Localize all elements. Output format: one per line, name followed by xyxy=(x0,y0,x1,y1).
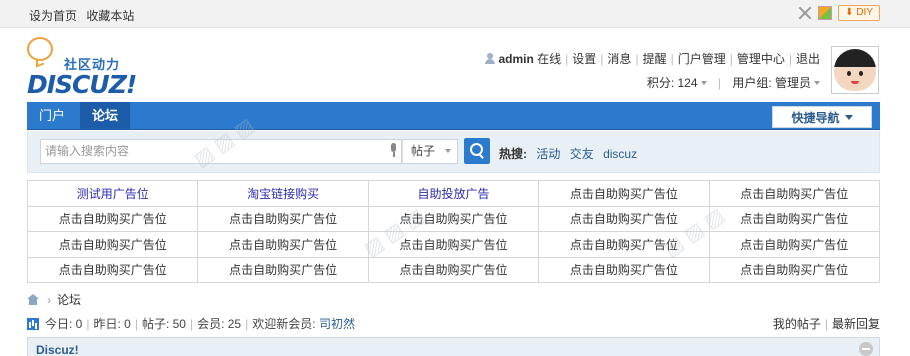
breadcrumb: › 论坛 xyxy=(27,291,81,308)
ad-cell[interactable]: 点击自助购买广告位 xyxy=(26,205,199,232)
newest-member-link[interactable]: 司初然 xyxy=(319,315,355,332)
ad-cell[interactable]: 点击自助购买广告位 xyxy=(708,180,881,207)
style-switch-icon[interactable] xyxy=(818,6,833,20)
forum-quick-links: 我的帖子 | 最新回复 xyxy=(772,317,880,331)
hot-keyword[interactable]: 活动 xyxy=(536,147,560,161)
ad-cell[interactable]: 点击自助购买广告位 xyxy=(708,231,881,258)
top-utility-bar: 设为首页 收藏本站 ⬇ DIY xyxy=(0,0,910,28)
chart-icon xyxy=(27,317,39,330)
search-bar: 请输入搜索内容 帖子 热搜: 活动 交友 discuz xyxy=(27,131,880,173)
username-link[interactable]: admin xyxy=(498,52,533,66)
admin-center-link[interactable]: 管理中心 xyxy=(737,52,785,66)
latest-replies-link[interactable]: 最新回复 xyxy=(832,317,880,331)
stat-members: 会员: 25 xyxy=(197,317,242,331)
points-dropdown[interactable]: 积分: 124 xyxy=(647,76,707,90)
ad-row: 点击自助购买广告位 点击自助购买广告位 点击自助购买广告位 点击自助购买广告位 … xyxy=(26,231,881,258)
ad-row: 点击自助购买广告位 点击自助购买广告位 点击自助购买广告位 点击自助购买广告位 … xyxy=(26,205,881,232)
user-extra: 积分: 124 | 用户组: 管理员 xyxy=(647,74,820,91)
stat-today: 今日: 0 xyxy=(45,317,83,331)
ad-cell[interactable]: 点击自助购买广告位 xyxy=(26,231,199,258)
ad-cell[interactable]: 点击自助购买广告位 xyxy=(367,256,540,283)
ad-cell[interactable]: 点击自助购买广告位 xyxy=(538,180,710,207)
breadcrumb-current[interactable]: 论坛 xyxy=(57,291,81,308)
home-icon[interactable] xyxy=(27,294,39,305)
online-status[interactable]: 在线 xyxy=(537,52,561,66)
top-links: 设为首页 收藏本站 xyxy=(29,7,140,24)
set-homepage-link[interactable]: 设为首页 xyxy=(29,9,77,23)
ad-cell[interactable]: 点击自助购买广告位 xyxy=(26,256,199,283)
logo-brand: DISCUZ! xyxy=(27,70,137,99)
fullscreen-icon[interactable] xyxy=(798,6,812,20)
stat-posts: 帖子: 50 xyxy=(141,317,186,331)
forum-section-header: Discuz! xyxy=(27,337,880,356)
chevron-right-icon: › xyxy=(47,292,51,307)
top-tools: ⬇ DIY xyxy=(798,5,880,21)
microphone-icon[interactable] xyxy=(390,143,398,157)
ad-cell[interactable]: 自助投放广告 xyxy=(367,180,540,207)
avatar[interactable] xyxy=(831,46,879,94)
chevron-down-icon xyxy=(844,115,853,120)
quick-nav-button[interactable]: 快捷导航 xyxy=(772,106,872,128)
hot-search-label: 热搜: xyxy=(499,147,527,161)
ad-cell[interactable]: 点击自助购买广告位 xyxy=(708,205,881,232)
main-nav: 门户 论坛 快捷导航 xyxy=(27,102,880,130)
ad-row: 点击自助购买广告位 点击自助购买广告位 点击自助购买广告位 点击自助购买广告位 … xyxy=(26,256,881,283)
user-icon xyxy=(485,53,496,64)
welcome-label: 欢迎新会员: xyxy=(252,317,316,331)
ad-cell[interactable]: 点击自助购买广告位 xyxy=(708,256,881,283)
ad-cell[interactable]: 点击自助购买广告位 xyxy=(197,231,369,258)
settings-link[interactable]: 设置 xyxy=(572,52,596,66)
usergroup-dropdown[interactable]: 用户组: 管理员 xyxy=(732,76,820,90)
diy-button[interactable]: ⬇ DIY xyxy=(838,5,880,21)
hot-search: 热搜: 活动 交友 discuz xyxy=(499,145,643,162)
user-menu: admin 在线 | 设置 | 消息 | 提醒 | 门户管理 | 管理中心 | 退出 xyxy=(485,50,820,67)
search-button[interactable] xyxy=(464,138,490,164)
forum-section-title[interactable]: Discuz! xyxy=(36,343,79,356)
site-logo[interactable]: 社区动力 DISCUZ! xyxy=(27,37,147,99)
notifications-link[interactable]: 提醒 xyxy=(643,52,667,66)
ad-grid: 测试用广告位 淘宝链接购买 自助投放广告 点击自助购买广告位 点击自助购买广告位… xyxy=(26,180,881,283)
ad-cell[interactable]: 点击自助购买广告位 xyxy=(538,205,710,232)
collapse-icon[interactable] xyxy=(859,342,873,356)
bookmark-link[interactable]: 收藏本站 xyxy=(86,9,134,23)
ad-cell[interactable]: 点击自助购买广告位 xyxy=(367,231,540,258)
ad-cell[interactable]: 点击自助购买广告位 xyxy=(197,256,369,283)
ad-cell[interactable]: 点击自助购买广告位 xyxy=(197,205,369,232)
tab-forum[interactable]: 论坛 xyxy=(80,102,131,130)
ad-cell[interactable]: 点击自助购买广告位 xyxy=(367,205,540,232)
ad-cell[interactable]: 测试用广告位 xyxy=(26,180,199,207)
search-input[interactable]: 请输入搜索内容 xyxy=(40,139,402,164)
logout-link[interactable]: 退出 xyxy=(796,52,820,66)
ad-cell[interactable]: 点击自助购买广告位 xyxy=(538,231,710,258)
portal-admin-link[interactable]: 门户管理 xyxy=(678,52,726,66)
tab-portal[interactable]: 门户 xyxy=(27,102,77,130)
hot-keyword[interactable]: discuz xyxy=(603,147,637,161)
ad-cell[interactable]: 点击自助购买广告位 xyxy=(538,256,710,283)
forum-stats: 今日: 0 | 昨日: 0 | 帖子: 50 | 会员: 25 | 欢迎新会员: 司初然 xyxy=(27,315,355,332)
messages-link[interactable]: 消息 xyxy=(607,52,631,66)
ad-cell[interactable]: 淘宝链接购买 xyxy=(197,180,369,207)
stat-yesterday: 昨日: 0 xyxy=(93,317,131,331)
my-posts-link[interactable]: 我的帖子 xyxy=(773,317,821,331)
search-type-select[interactable]: 帖子 xyxy=(402,139,458,164)
hot-keyword[interactable]: 交友 xyxy=(570,147,594,161)
ad-row: 测试用广告位 淘宝链接购买 自助投放广告 点击自助购买广告位 点击自助购买广告位 xyxy=(26,180,881,207)
